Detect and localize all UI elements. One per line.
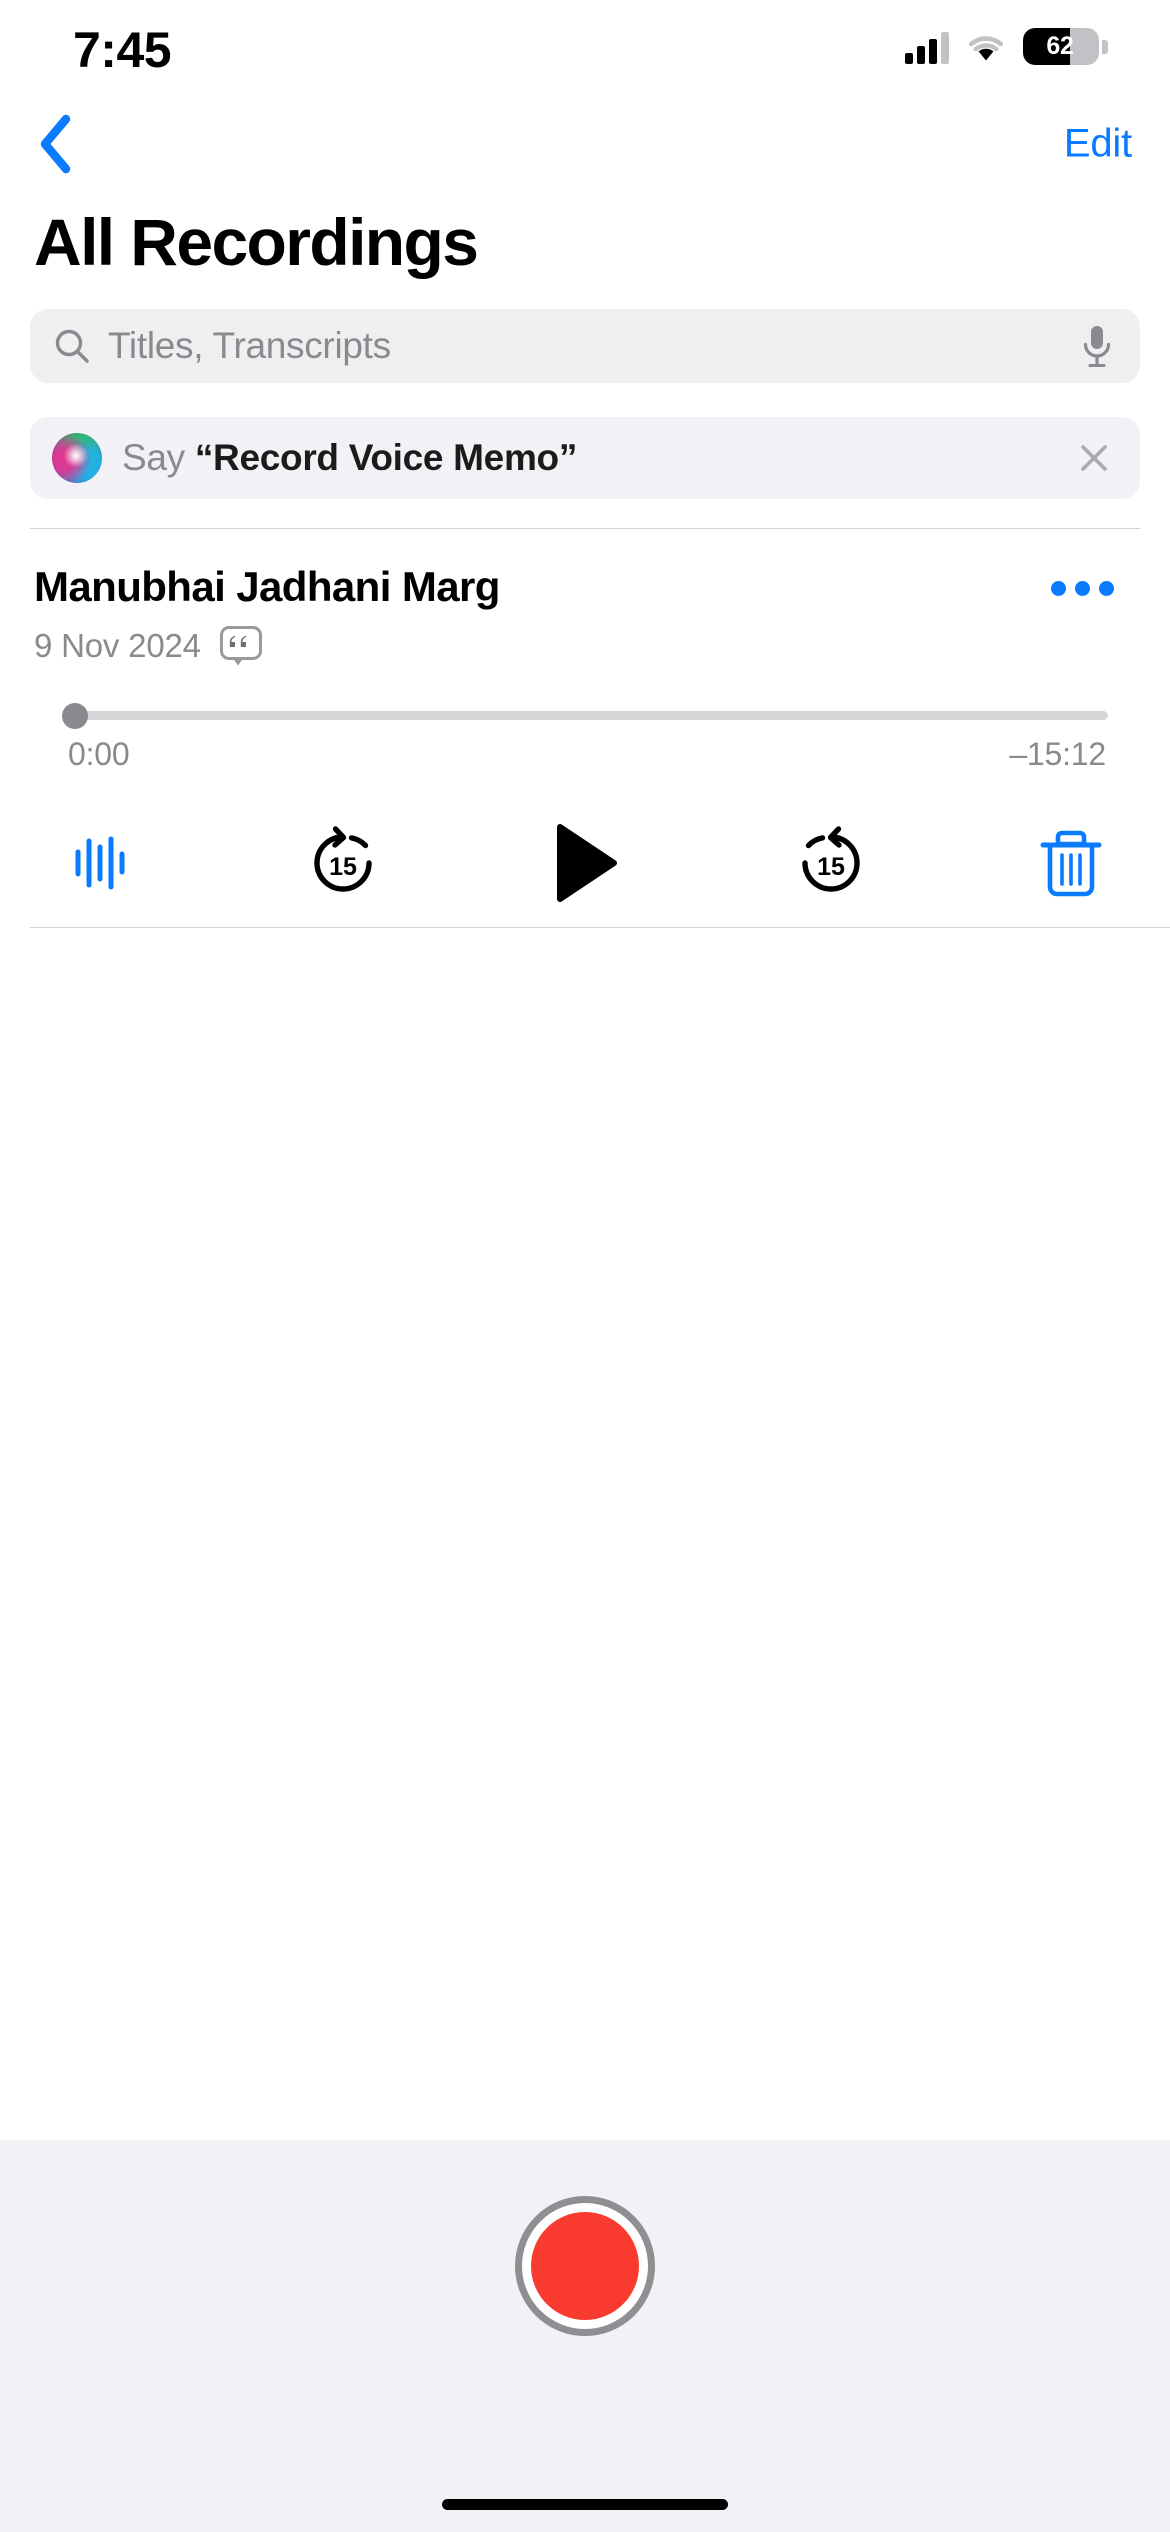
search-icon xyxy=(55,329,89,363)
cellular-bars-icon xyxy=(905,30,949,64)
status-bar: 7:45 62 xyxy=(0,0,1170,100)
search-container: Titles, Transcripts xyxy=(0,296,1170,396)
page-title: All Recordings xyxy=(34,205,479,279)
siri-suggestion-banner[interactable]: Say “Record Voice Memo” xyxy=(30,417,1140,499)
edit-button[interactable]: Edit xyxy=(1064,122,1132,167)
waveform-icon xyxy=(75,836,125,890)
battery-percent-label: 62 xyxy=(1046,32,1074,60)
record-button[interactable] xyxy=(515,2196,655,2336)
rewind-15-button[interactable]: 15 xyxy=(305,825,381,901)
play-button[interactable] xyxy=(550,821,624,905)
recording-header: Manubhai Jadhani Marg 9 Nov 2024 xyxy=(34,563,1140,667)
play-icon xyxy=(557,824,617,902)
waveform-button[interactable] xyxy=(70,830,136,896)
transport-controls: 15 15 xyxy=(34,773,1140,905)
home-indicator xyxy=(442,2499,728,2510)
delete-button[interactable] xyxy=(1038,825,1104,901)
recording-meta: 9 Nov 2024 xyxy=(34,625,500,667)
current-time-label: 0:00 xyxy=(68,736,130,772)
recording-item[interactable]: Manubhai Jadhani Marg 9 Nov 2024 0:00 –1… xyxy=(0,529,1170,905)
forward-15-icon: 15 xyxy=(802,826,860,892)
trash-icon xyxy=(1040,830,1102,897)
battery-indicator: 62 xyxy=(1023,28,1108,65)
record-bar xyxy=(0,2140,1170,2532)
scrubber-track[interactable] xyxy=(62,702,1108,729)
search-field[interactable]: Titles, Transcripts xyxy=(30,309,1140,383)
forward-15-label: 15 xyxy=(817,853,845,881)
recording-title: Manubhai Jadhani Marg xyxy=(34,563,500,610)
status-bar-indicators: 62 xyxy=(905,28,1108,65)
remaining-time-label: –15:12 xyxy=(1009,736,1106,772)
voice-memos-screen: 7:45 62 Edit All Recordings Titles, Tran… xyxy=(0,0,1170,2532)
content-spacer xyxy=(0,928,1170,2140)
status-bar-time: 7:45 xyxy=(73,22,172,78)
battery-cap xyxy=(1102,39,1108,54)
scrubber-thumb[interactable] xyxy=(62,702,88,729)
navigation-bar: Edit xyxy=(0,100,1170,188)
transcript-quote-icon[interactable] xyxy=(219,625,263,667)
siri-suggestion-text: Say “Record Voice Memo” xyxy=(122,437,1054,479)
playback-times: 0:00 –15:12 xyxy=(64,736,1110,773)
playback-scrubber[interactable]: 0:00 –15:12 xyxy=(34,667,1140,773)
search-input[interactable]: Titles, Transcripts xyxy=(108,325,1064,367)
siri-prefix-label: Say xyxy=(122,437,185,478)
close-icon[interactable] xyxy=(1074,438,1114,478)
recording-date: 9 Nov 2024 xyxy=(34,627,201,664)
forward-15-button[interactable]: 15 xyxy=(793,825,869,901)
siri-phrase-label: “Record Voice Memo” xyxy=(194,437,578,478)
recording-info: Manubhai Jadhani Marg 9 Nov 2024 xyxy=(34,563,500,667)
battery-icon: 62 xyxy=(1023,28,1099,65)
more-ellipsis-icon[interactable] xyxy=(1051,563,1140,596)
siri-orb-icon xyxy=(52,433,102,483)
record-button-fill xyxy=(531,2212,639,2320)
microphone-icon[interactable] xyxy=(1080,323,1114,369)
rewind-15-label: 15 xyxy=(329,853,357,881)
wifi-icon xyxy=(968,35,1004,60)
back-button[interactable] xyxy=(26,114,84,174)
siri-suggestion-container: Say “Record Voice Memo” xyxy=(0,396,1170,506)
rewind-15-icon: 15 xyxy=(314,826,372,892)
chevron-left-icon xyxy=(40,114,71,174)
